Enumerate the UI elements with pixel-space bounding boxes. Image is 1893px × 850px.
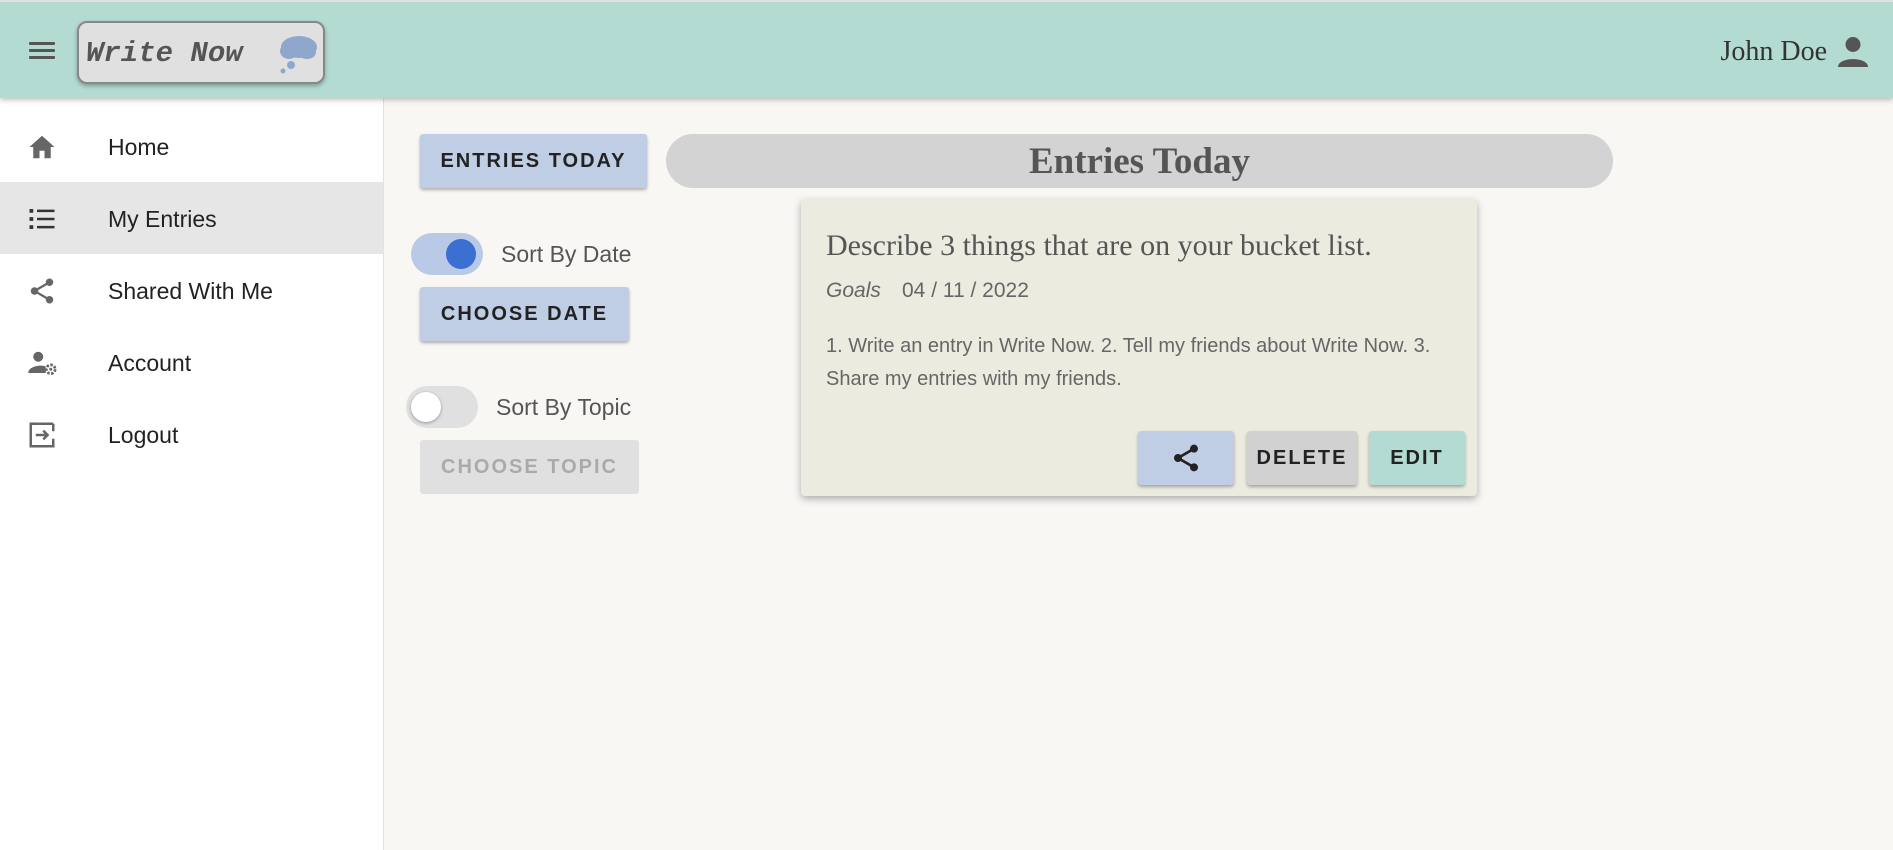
sidebar-item-label: Home bbox=[108, 134, 170, 160]
entry-topic: Goals bbox=[826, 279, 881, 302]
sidebar-item-label: Logout bbox=[108, 422, 179, 448]
sort-by-date-toggle[interactable] bbox=[411, 233, 483, 275]
sidebar-item-label: Account bbox=[108, 350, 192, 376]
sidebar: Home My Entries Shared With Me Account L… bbox=[0, 98, 384, 850]
sidebar-item-shared-with-me[interactable]: Shared With Me bbox=[0, 254, 383, 326]
app-title: Write Now bbox=[86, 37, 243, 70]
sidebar-item-label: My Entries bbox=[108, 206, 217, 232]
choose-topic-button[interactable]: CHOOSE TOPIC bbox=[420, 440, 639, 494]
sort-by-topic-toggle[interactable] bbox=[406, 386, 478, 428]
share-icon bbox=[30, 278, 54, 304]
sidebar-item-logout[interactable]: Logout bbox=[0, 398, 383, 470]
sidebar-item-label: Shared With Me bbox=[108, 278, 273, 304]
choose-date-button[interactable]: CHOOSE DATE bbox=[420, 287, 629, 341]
edit-button[interactable]: EDIT bbox=[1369, 431, 1465, 485]
delete-button[interactable]: DELETE bbox=[1247, 431, 1357, 485]
share-icon bbox=[1174, 444, 1198, 472]
menu-icon[interactable] bbox=[22, 36, 62, 66]
person-icon bbox=[1838, 37, 1868, 67]
entry-card: Describe 3 things that are on your bucke… bbox=[801, 199, 1477, 496]
sort-by-topic-label: Sort By Topic bbox=[496, 394, 632, 420]
sort-by-date-label: Sort By Date bbox=[501, 241, 632, 267]
entries-today-button[interactable]: ENTRIES TODAY bbox=[420, 134, 647, 188]
thought-cloud-icon bbox=[280, 36, 317, 74]
page-heading-bar: Entries Today bbox=[666, 134, 1613, 188]
sidebar-item-account[interactable]: Account bbox=[0, 326, 383, 398]
app-bar: Write Now John Doe bbox=[0, 0, 1893, 98]
user-menu[interactable]: John Doe bbox=[1720, 35, 1871, 69]
app-logo[interactable]: Write Now bbox=[77, 21, 325, 84]
account-settings-icon bbox=[28, 351, 57, 375]
user-name: John Doe bbox=[1720, 36, 1827, 67]
sidebar-item-home[interactable]: Home bbox=[0, 110, 383, 182]
list-icon bbox=[29, 209, 55, 229]
sidebar-item-my-entries[interactable]: My Entries bbox=[0, 182, 383, 254]
logout-icon bbox=[29, 422, 55, 448]
share-button[interactable] bbox=[1138, 431, 1234, 485]
entry-prompt: Describe 3 things that are on your bucke… bbox=[826, 229, 1372, 262]
home-icon bbox=[29, 135, 55, 159]
entry-body: 1. Write an entry in Write Now. 2. Tell … bbox=[826, 335, 1431, 390]
entry-date: 04 / 11 / 2022 bbox=[902, 279, 1029, 302]
page-title: Entries Today bbox=[1028, 140, 1251, 182]
